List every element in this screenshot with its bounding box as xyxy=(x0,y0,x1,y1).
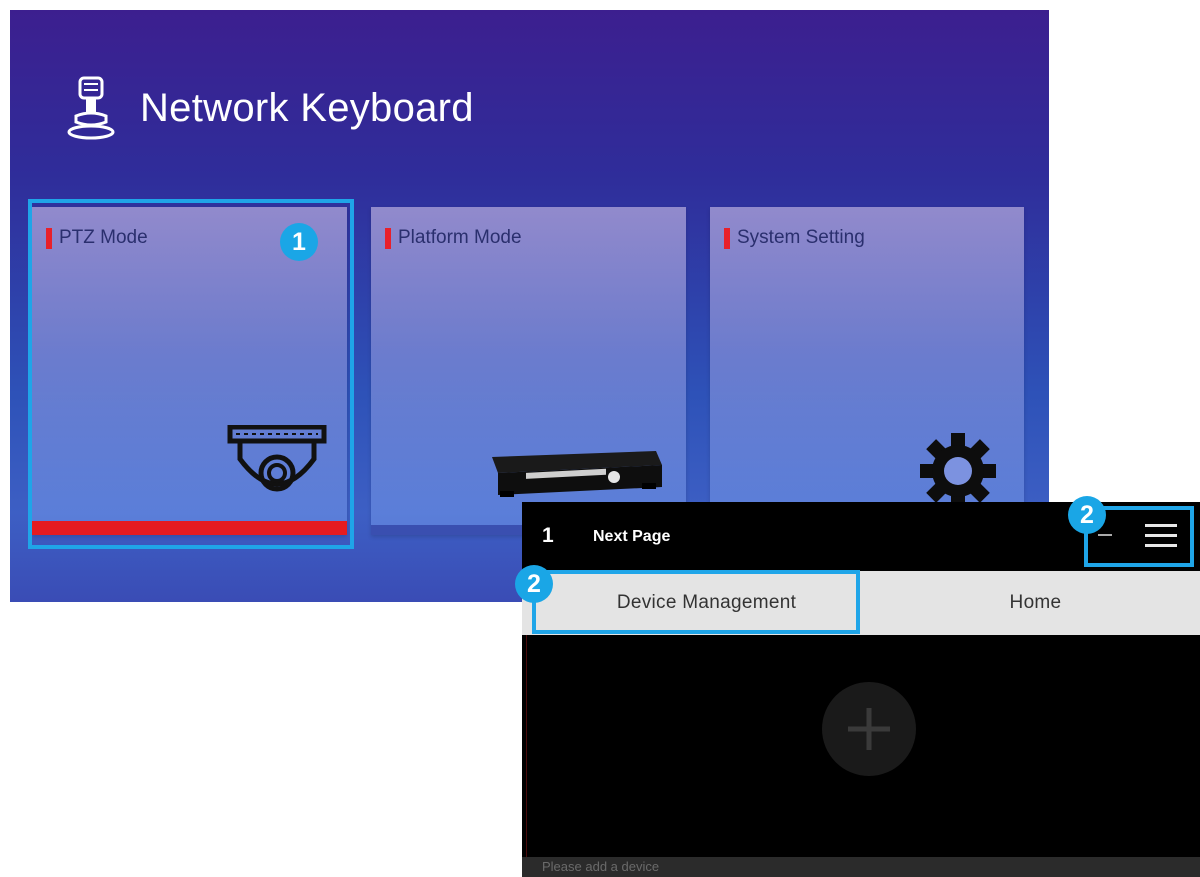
ptz-camera-icon xyxy=(67,76,115,140)
step-2-menu-badge: 2 xyxy=(1068,496,1106,534)
system-setting-card[interactable]: System Setting xyxy=(710,207,1024,535)
step-2-tab-badge: 2 xyxy=(515,565,553,603)
nvr-device-icon xyxy=(492,451,662,497)
plus-icon xyxy=(848,708,890,750)
label-tag xyxy=(724,227,730,249)
add-device-button[interactable] xyxy=(822,682,916,776)
system-setting-label: System Setting xyxy=(724,227,865,249)
platform-mode-card[interactable]: Platform Mode xyxy=(371,207,686,535)
label-tag xyxy=(385,227,391,249)
divider xyxy=(526,635,527,860)
app-title: Network Keyboard xyxy=(140,85,474,130)
platform-mode-label: Platform Mode xyxy=(385,227,522,249)
next-page-link[interactable]: Next Page xyxy=(593,528,670,546)
app-header: Network Keyboard xyxy=(66,68,474,148)
page-number: 1 xyxy=(542,524,554,547)
gear-icon xyxy=(920,433,996,509)
step-1-badge: 1 xyxy=(280,223,318,261)
platform-mode-text: Platform Mode xyxy=(398,227,522,248)
device-management-highlight xyxy=(532,570,860,634)
status-message: Please add a device xyxy=(522,857,1200,877)
tab-home[interactable]: Home xyxy=(871,571,1200,635)
system-setting-text: System Setting xyxy=(737,227,865,248)
